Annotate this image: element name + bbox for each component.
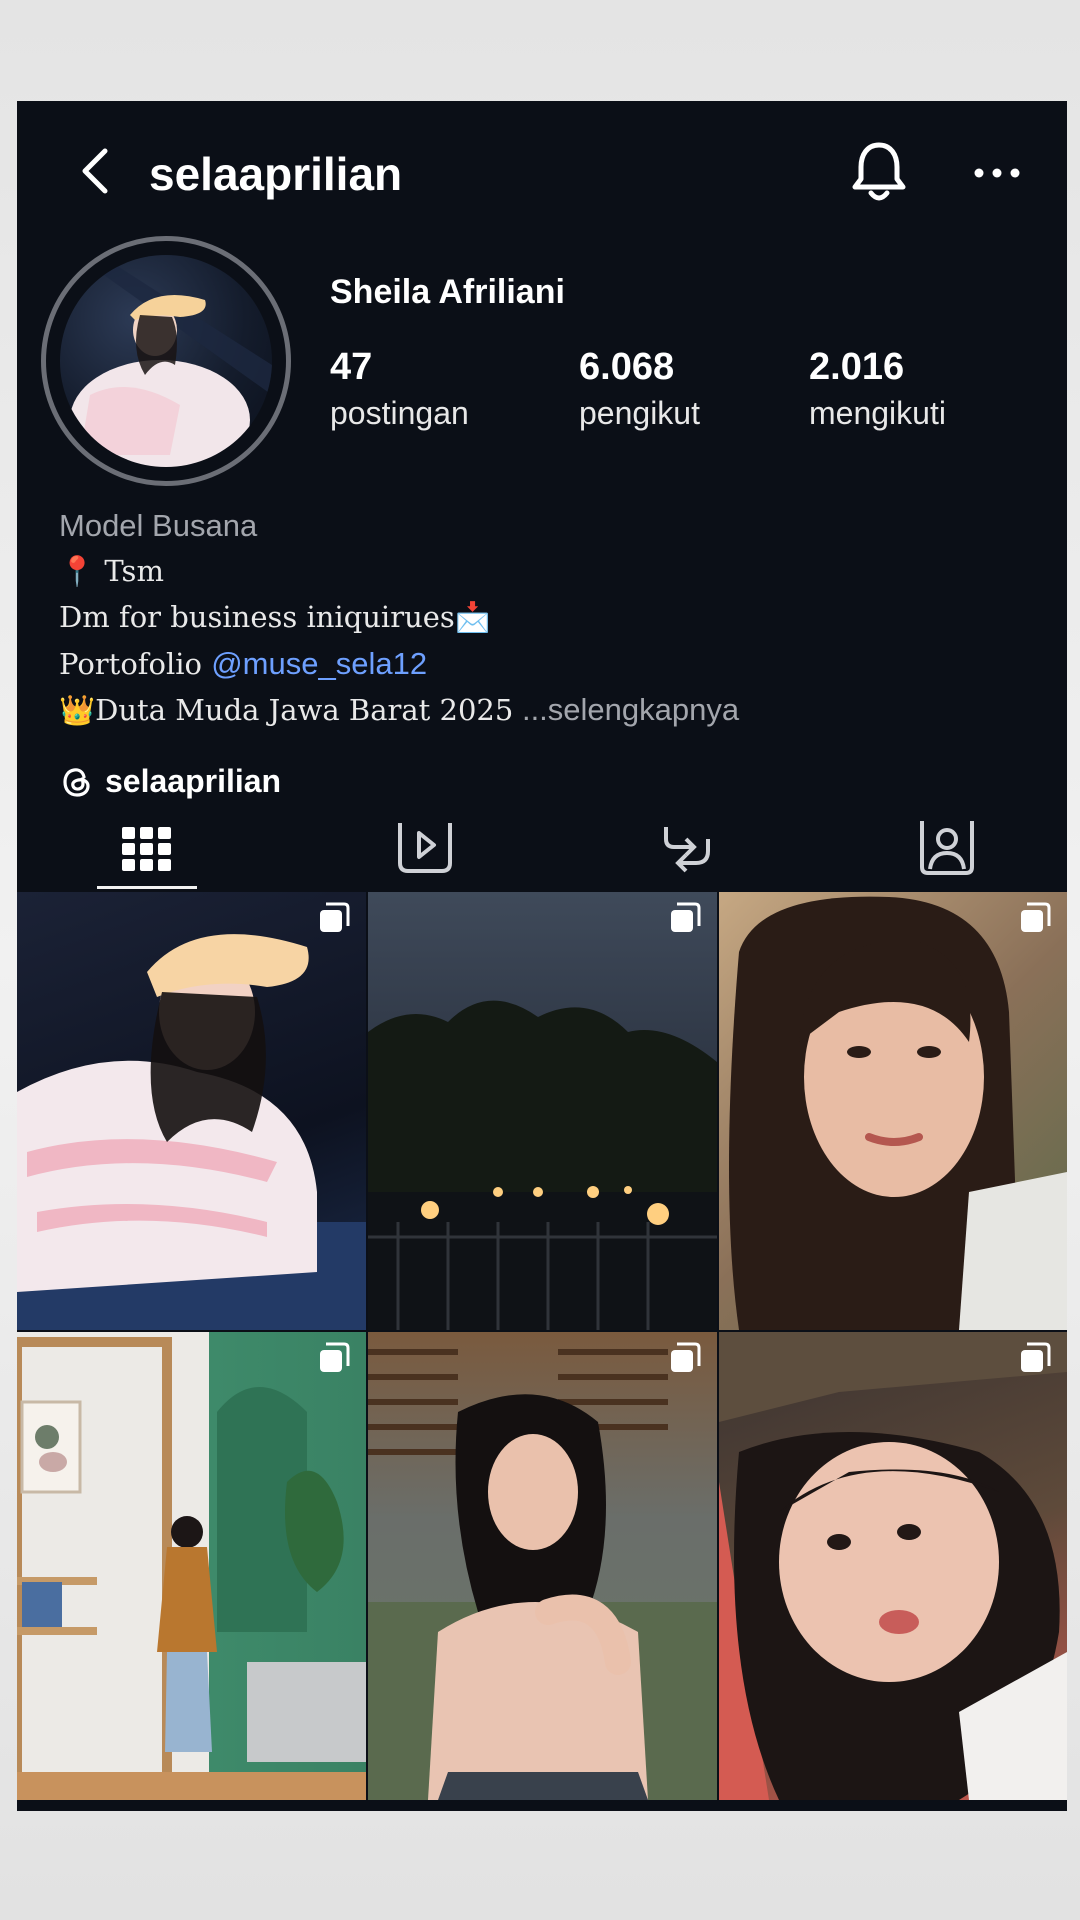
more-options-icon[interactable] — [967, 153, 1027, 193]
notification-bell-icon[interactable] — [847, 137, 911, 207]
bio-portfolio-label: Portofolio — [59, 647, 212, 681]
stat-followers-value: 6.068 — [579, 346, 675, 388]
profile-username: selaaprilian — [149, 148, 403, 200]
display-name: Sheila Afriliani — [330, 273, 565, 311]
bio-more-link[interactable]: ...selengkapnya — [522, 692, 739, 727]
multiple-posts-icon — [671, 902, 701, 932]
threads-handle: selaaprilian — [105, 763, 282, 799]
tagged-icon[interactable] — [912, 819, 982, 879]
post-thumbnail[interactable] — [368, 892, 717, 1330]
bio-line-location: 📍 Tsm — [59, 554, 164, 588]
avatar[interactable] — [41, 236, 291, 486]
stat-posts[interactable]: 47 postingan — [330, 346, 469, 432]
bio-line-business: Dm for business iniquirues📩 — [59, 600, 491, 634]
stat-following[interactable]: 2.016 mengikuti — [809, 346, 946, 432]
bio-line-portfolio: Portofolio @muse_sela12 — [59, 646, 427, 682]
reels-icon[interactable] — [390, 819, 460, 879]
profile-screen: selaaprilian Sheila Afriliani 47 posting… — [17, 101, 1067, 1811]
threads-icon — [63, 767, 90, 797]
multiple-posts-icon — [1021, 1342, 1051, 1372]
bio-title-text: 👑Duta Muda Jawa Barat 2025 — [59, 693, 514, 727]
grid-icon[interactable] — [112, 819, 182, 879]
active-tab-indicator — [97, 886, 197, 889]
stat-followers-label: pengikut — [579, 395, 700, 431]
multiple-posts-icon — [320, 902, 350, 932]
stat-followers[interactable]: 6.068 pengikut — [579, 346, 700, 432]
multiple-posts-icon — [671, 1342, 701, 1372]
post-thumbnail[interactable] — [719, 1332, 1067, 1800]
bio-category: Model Busana — [59, 508, 258, 543]
multiple-posts-icon — [320, 1342, 350, 1372]
reposts-icon[interactable] — [652, 819, 722, 879]
post-thumbnail[interactable] — [17, 1332, 366, 1800]
threads-badge[interactable]: selaaprilian — [59, 763, 281, 800]
stat-following-value: 2.016 — [809, 346, 905, 388]
post-thumbnail[interactable] — [17, 892, 366, 1330]
stat-posts-value: 47 — [330, 346, 373, 388]
avatar-photo — [60, 255, 272, 467]
post-thumbnail[interactable] — [368, 1332, 717, 1800]
stat-following-label: mengikuti — [809, 395, 946, 431]
stat-posts-label: postingan — [330, 395, 469, 431]
back-arrow-icon[interactable] — [67, 141, 127, 201]
bio-line-title: 👑Duta Muda Jawa Barat 2025 ...selengkapn… — [59, 692, 739, 728]
multiple-posts-icon — [1021, 902, 1051, 932]
post-thumbnail[interactable] — [719, 892, 1067, 1330]
bio-mention-link[interactable]: @muse_sela12 — [211, 646, 427, 681]
